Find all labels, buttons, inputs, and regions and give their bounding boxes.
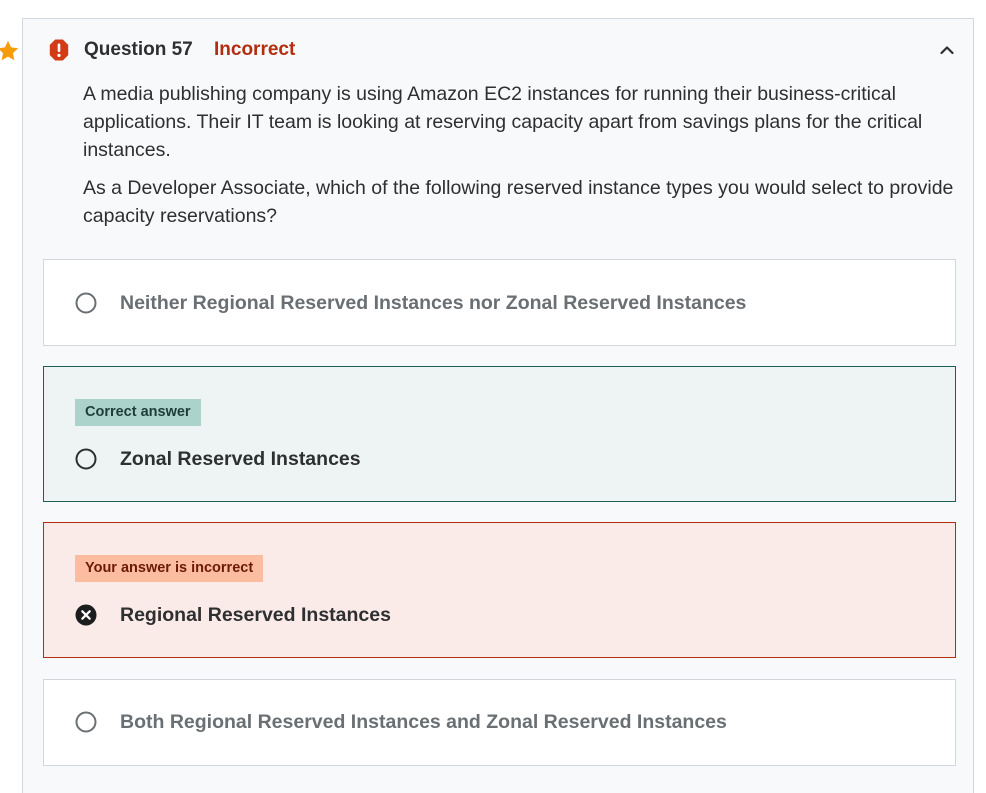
question-card: Question 57 Incorrect A media publishing…	[22, 18, 974, 793]
x-circle-icon[interactable]	[75, 604, 97, 626]
correct-answer-badge: Correct answer	[75, 399, 201, 426]
answer-option[interactable]: Both Regional Reserved Instances and Zon…	[43, 679, 956, 766]
alert-icon	[49, 39, 69, 61]
answer-option-label: Both Regional Reserved Instances and Zon…	[120, 711, 727, 733]
question-paragraph: As a Developer Associate, which of the f…	[83, 177, 954, 227]
star-icon[interactable]	[0, 39, 20, 63]
question-status: Incorrect	[214, 39, 296, 60]
incorrect-answer-badge: Your answer is incorrect	[75, 555, 264, 582]
radio-empty-icon[interactable]	[75, 292, 97, 314]
question-header[interactable]: Question 57 Incorrect	[23, 19, 973, 81]
answer-option-label: Zonal Reserved Instances	[120, 448, 361, 470]
radio-empty-icon[interactable]	[75, 448, 97, 470]
radio-empty-icon[interactable]	[75, 711, 97, 733]
collapse-button[interactable]	[933, 36, 961, 64]
question-title: Question 57	[84, 39, 193, 60]
chevron-up-icon	[940, 46, 954, 55]
answer-option-label: Regional Reserved Instances	[120, 604, 391, 626]
answer-option-label: Neither Regional Reserved Instances nor …	[120, 292, 747, 314]
answer-option-incorrect[interactable]: Your answer is incorrect Regional Reserv…	[43, 522, 956, 658]
answer-option-correct[interactable]: Correct answer Zonal Reserved Instances	[43, 366, 956, 502]
question-text: A media publishing company is using Amaz…	[83, 80, 973, 240]
quiz-result-page: Question 57 Incorrect A media publishing…	[0, 0, 986, 793]
answer-option[interactable]: Neither Regional Reserved Instances nor …	[43, 259, 956, 346]
question-paragraph: A media publishing company is using Amaz…	[83, 83, 923, 161]
